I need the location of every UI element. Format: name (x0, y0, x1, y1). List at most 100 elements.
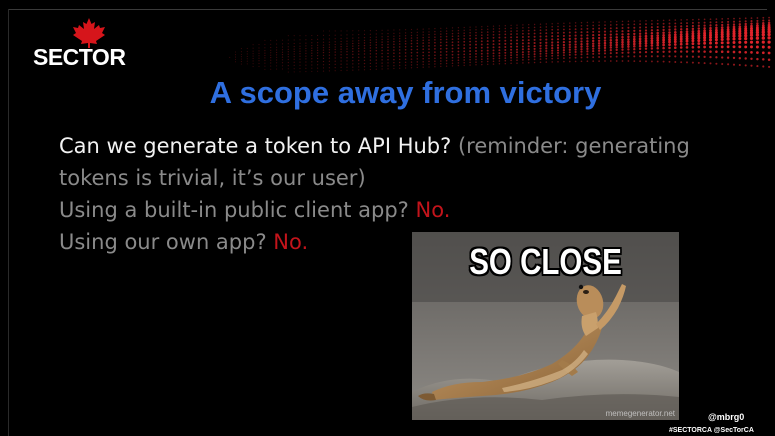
presenter-handle: @mbrg0 (708, 412, 745, 422)
wave-dot (633, 37, 636, 41)
wave-dot (533, 50, 536, 53)
wave-dot (322, 67, 325, 69)
wave-dot (469, 53, 471, 56)
wave-dot (720, 50, 724, 53)
wave-dot (416, 42, 419, 45)
wave-dot (399, 64, 401, 67)
wave-dot (703, 45, 706, 49)
wave-dot (475, 50, 477, 52)
wave-dot (615, 30, 618, 33)
wave-dot (609, 39, 613, 42)
wave-dot (328, 51, 331, 54)
wave-dot (486, 60, 489, 63)
wave-dot (369, 39, 372, 41)
wave-dot (445, 54, 448, 56)
wave-dot (252, 63, 254, 65)
wave-dot (709, 50, 712, 53)
wave-dot (604, 21, 606, 23)
wave-dot (434, 54, 436, 57)
wave-dot (679, 30, 683, 34)
wave-dot (475, 58, 477, 61)
wave-dot (562, 40, 566, 44)
wave-dot (276, 65, 278, 67)
wave-dot (662, 25, 665, 28)
wave-dot (422, 54, 425, 57)
wave-dot (445, 44, 448, 47)
wave-dot (322, 49, 325, 51)
wave-dot (691, 61, 694, 64)
wave-dot (498, 52, 501, 55)
wave-dot (404, 45, 407, 48)
wave-dot (346, 37, 348, 39)
wave-dot (457, 56, 460, 59)
wave-dot (697, 50, 701, 53)
wave-dot (715, 56, 718, 59)
wave-dot (762, 21, 765, 25)
wave-dot (475, 52, 477, 55)
wave-dot (761, 33, 765, 37)
wave-dot (651, 19, 653, 22)
wave-dot (352, 56, 354, 59)
wave-dot (656, 22, 659, 25)
wave-dot (393, 40, 395, 43)
wave-dot (316, 41, 319, 44)
wave-dot (258, 47, 260, 49)
wave-dot (404, 48, 407, 51)
wave-dot (715, 18, 718, 20)
wave-dot (440, 27, 442, 30)
bullet-1: Can we generate a token to API Hub? (rem… (59, 130, 749, 162)
wave-dot (270, 62, 272, 64)
wave-dot (281, 56, 284, 58)
wave-dot (445, 62, 448, 65)
wave-dot (685, 39, 689, 43)
wave-dot (703, 21, 706, 24)
wave-dot (615, 33, 618, 36)
wave-dot (398, 61, 401, 64)
wave-dot (445, 47, 448, 50)
wave-dot (363, 66, 366, 68)
wave-dot (281, 39, 284, 41)
wave-dot (557, 54, 559, 57)
wave-dot (551, 32, 554, 34)
wave-dot (644, 41, 648, 45)
wave-dot (369, 62, 372, 65)
wave-dot (305, 39, 307, 41)
wave-dot (621, 30, 624, 33)
wave-dot (574, 34, 577, 37)
wave-dot (697, 42, 701, 45)
wave-dot (609, 52, 612, 55)
wave-dot (504, 30, 507, 33)
wave-dot (486, 28, 489, 31)
wave-dot (381, 38, 383, 41)
wave-dot (721, 62, 724, 66)
wave-dot (252, 44, 254, 46)
wave-dot (352, 60, 354, 62)
wave-dot (293, 35, 295, 37)
wave-dot (597, 44, 601, 48)
slide-title: A scope away from victory (209, 75, 602, 110)
wave-dot (662, 19, 665, 22)
wave-dot (656, 50, 659, 54)
wave-dot (650, 41, 654, 45)
wave-dot (603, 33, 607, 36)
wave-dot (767, 21, 771, 25)
wave-dot (697, 36, 701, 40)
wave-dot (299, 39, 301, 41)
wave-dot (416, 63, 419, 66)
wave-dot (603, 41, 607, 45)
wave-dot (410, 31, 413, 34)
so-close-meme-image: SO CLOSE memegenerator.net (412, 232, 679, 420)
wave-dot (504, 59, 507, 62)
wave-dot (393, 58, 395, 61)
wave-dot (463, 47, 466, 50)
wave-dot (615, 51, 618, 55)
wave-dot (609, 55, 612, 58)
wave-dot (264, 57, 266, 59)
wave-dot (586, 47, 589, 51)
meme-caption: SO CLOSE (469, 241, 622, 282)
wave-dot (720, 35, 724, 39)
wave-dot (604, 60, 606, 62)
wave-dot (334, 48, 336, 51)
wave-dot (276, 68, 278, 70)
wave-dot (598, 21, 600, 23)
